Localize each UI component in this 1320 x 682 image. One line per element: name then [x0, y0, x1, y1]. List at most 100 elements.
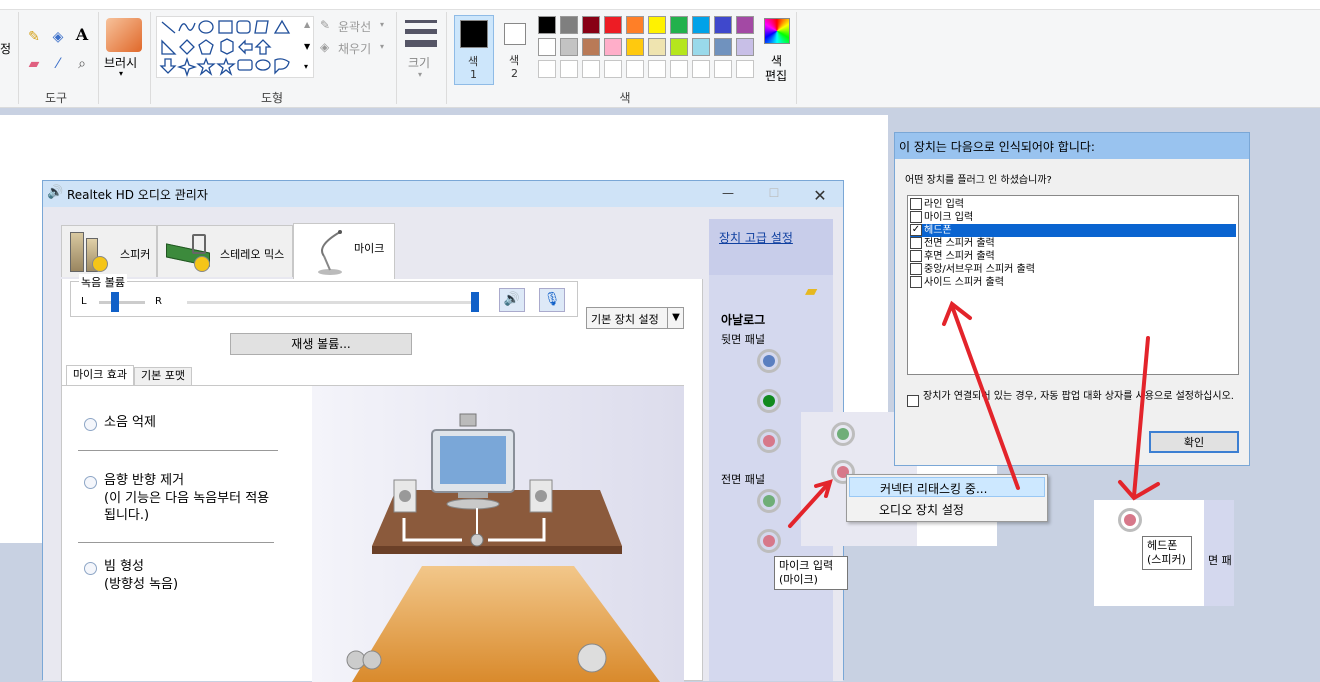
palette-custom-swatch[interactable] [538, 60, 556, 78]
palette-custom-swatch[interactable] [560, 60, 578, 78]
palette-custom-swatch[interactable] [582, 60, 600, 78]
context-item-retasking[interactable]: 커넥터 리태스킹 중... [849, 477, 1045, 497]
palette-swatch[interactable] [714, 38, 732, 56]
device-option[interactable]: 중앙/서브우퍼 스피커 출력 [910, 263, 1236, 276]
color-picker-icon[interactable]: ⁄ [48, 55, 68, 75]
eraser-icon[interactable]: ▰ [24, 55, 44, 75]
minimize-button[interactable]: — [713, 186, 743, 200]
realtek-title-bar[interactable]: 🔊 Realtek HD 오디오 관리자 — ☐ ✕ [43, 181, 843, 207]
tab-default-format[interactable]: 기본 포맷 [134, 367, 192, 385]
maximize-button[interactable]: ☐ [759, 186, 789, 200]
close-button[interactable]: ✕ [805, 186, 835, 205]
echo-cancellation-label[interactable]: 음향 반향 제거 [104, 472, 184, 489]
brush-icon[interactable] [106, 18, 142, 52]
palette-custom-swatch[interactable] [692, 60, 710, 78]
palette-swatch[interactable] [692, 16, 710, 34]
device-option-checkbox[interactable]: ✓ [910, 224, 922, 236]
palette-custom-swatch[interactable] [626, 60, 644, 78]
record-volume-slider-thumb[interactable] [471, 292, 479, 312]
palette-swatch[interactable] [604, 38, 622, 56]
fill-label[interactable]: 채우기 [338, 40, 371, 57]
device-option-checkbox[interactable] [910, 263, 922, 275]
palette-swatch[interactable] [648, 38, 666, 56]
tab-microphone[interactable]: 마이크 [293, 223, 395, 279]
size-label[interactable]: 크기 [408, 54, 430, 71]
tab-mic-effects[interactable]: 마이크 효과 [66, 365, 134, 385]
fill-bucket-icon[interactable]: ◈ [48, 28, 68, 48]
balance-slider-thumb[interactable] [111, 292, 120, 312]
edit-colors-label-line2[interactable]: 편집 [765, 67, 787, 84]
color-palette[interactable] [538, 16, 760, 84]
default-device-dropdown[interactable]: 기본 장치 설정 ▼ [586, 307, 684, 329]
auto-popup-checkbox[interactable] [907, 395, 919, 407]
folder-icon[interactable]: ▰ [805, 281, 817, 300]
magnifier-icon[interactable]: ⌕ [72, 55, 92, 75]
fill-dropdown-icon[interactable]: ▾ [380, 42, 384, 51]
palette-custom-swatch[interactable] [736, 60, 754, 78]
noise-suppression-label[interactable]: 소음 억제 [104, 414, 156, 431]
palette-swatch[interactable] [538, 16, 556, 34]
palette-swatch[interactable] [582, 38, 600, 56]
palette-swatch[interactable] [626, 38, 644, 56]
front-jack-pink[interactable] [757, 529, 781, 553]
palette-swatch[interactable] [626, 16, 644, 34]
front-jack-green[interactable] [757, 489, 781, 513]
ok-button[interactable]: 확인 [1149, 431, 1239, 453]
tab-speakers[interactable]: 스피커 [61, 225, 157, 277]
shapes-gallery-icons[interactable] [157, 17, 313, 78]
device-option[interactable]: 라인 입력 [910, 198, 1236, 211]
outline-label[interactable]: 윤곽선 [338, 18, 371, 35]
echo-cancellation-radio[interactable] [84, 476, 97, 489]
beam-forming-radio[interactable] [84, 562, 97, 575]
palette-custom-swatch[interactable] [604, 60, 622, 78]
playback-volume-button[interactable]: 재생 볼륨... [230, 333, 412, 355]
auto-popup-label[interactable]: 장치가 연결되어 있는 경우, 자동 팝업 대화 상자를 사용으로 설정하십시오… [923, 390, 1243, 403]
device-option[interactable]: ✓ 헤드폰 [910, 224, 1236, 237]
device-option[interactable]: 후면 스피커 출력 [910, 250, 1236, 263]
rear-jack-pink[interactable] [757, 429, 781, 453]
outline-dropdown-icon[interactable]: ▾ [380, 20, 384, 29]
outline-icon[interactable]: ✎ [320, 18, 330, 32]
device-option[interactable]: 마이크 입력 [910, 211, 1236, 224]
color2-button[interactable]: 색 2 [500, 15, 532, 85]
palette-swatch[interactable] [582, 16, 600, 34]
palette-swatch[interactable] [604, 16, 622, 34]
palette-swatch[interactable] [692, 38, 710, 56]
device-option-checkbox[interactable] [910, 276, 922, 288]
palette-swatch[interactable] [670, 16, 688, 34]
device-option-checkbox[interactable] [910, 237, 922, 249]
device-option[interactable]: 전면 스피커 출력 [910, 237, 1236, 250]
palette-swatch[interactable] [560, 38, 578, 56]
record-volume-slider-track[interactable] [187, 301, 479, 304]
palette-custom-swatch[interactable] [670, 60, 688, 78]
palette-swatch[interactable] [560, 16, 578, 34]
palette-swatch[interactable] [714, 16, 732, 34]
shapes-scroll-down-icon[interactable]: ▼ [304, 42, 310, 51]
fill-icon[interactable]: ◈ [320, 40, 329, 54]
palette-swatch[interactable] [538, 38, 556, 56]
context-item-audio-settings[interactable]: 오디오 장치 설정 [849, 499, 1045, 519]
size-icon[interactable] [405, 20, 437, 23]
mute-speaker-icon[interactable]: 🔊 [499, 288, 525, 312]
dialog-title-bar[interactable]: 이 장치는 다음으로 인식되어야 합니다: [895, 133, 1249, 159]
device-option-checkbox[interactable] [910, 250, 922, 262]
palette-swatch[interactable] [648, 16, 666, 34]
rear-jack-blue[interactable] [757, 349, 781, 373]
shapes-gallery[interactable] [156, 16, 314, 78]
edit-colors-icon[interactable] [764, 18, 790, 44]
beam-forming-label[interactable]: 빔 형성 [104, 558, 144, 575]
balance-slider-track[interactable] [99, 301, 145, 304]
device-option-checkbox[interactable] [910, 211, 922, 223]
palette-custom-swatch[interactable] [648, 60, 666, 78]
color1-button[interactable]: 색 1 [454, 15, 494, 85]
device-option-checkbox[interactable] [910, 198, 922, 210]
brush-dropdown-icon[interactable]: ▾ [119, 69, 123, 78]
rear-jack-green[interactable] [757, 389, 781, 413]
advanced-settings-link[interactable]: 장치 고급 설정 [719, 229, 793, 246]
shapes-expand-icon[interactable]: ▾ [304, 62, 308, 71]
size-dropdown-icon[interactable]: ▾ [418, 70, 422, 79]
palette-swatch[interactable] [670, 38, 688, 56]
microphone-boost-icon[interactable]: 🎙 [539, 288, 565, 312]
noise-suppression-radio[interactable] [84, 418, 97, 431]
text-tool-icon[interactable]: A [72, 26, 92, 46]
